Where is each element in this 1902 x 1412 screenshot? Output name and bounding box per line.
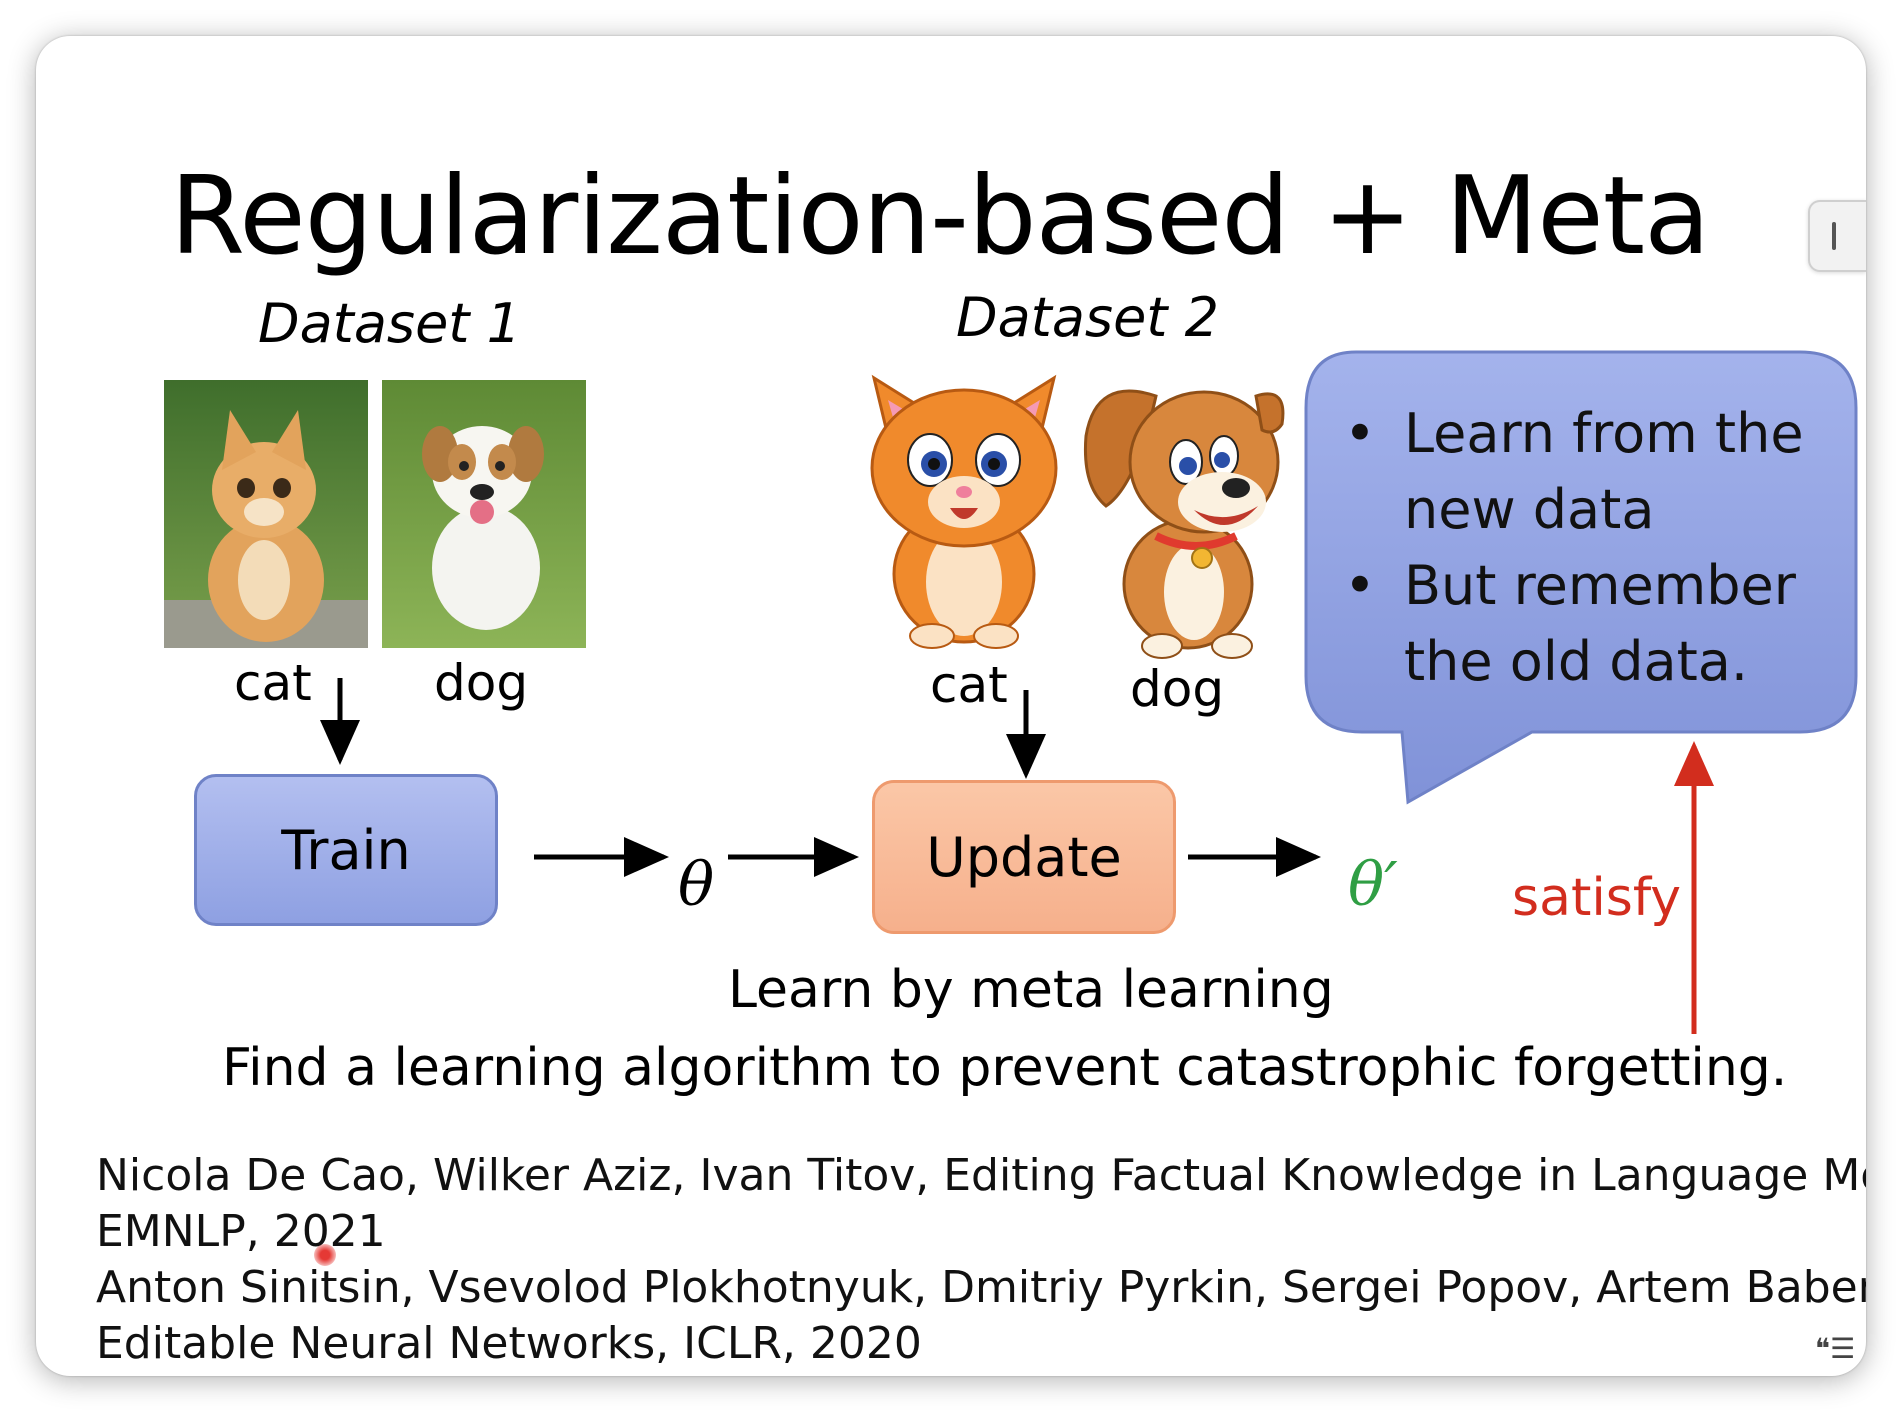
dataset-2-label: Dataset 2 [956,286,1219,349]
callout-bullet-1: Learn from the new data [1344,396,1804,548]
dataset-1-label: Dataset 1 [258,292,521,355]
theta-prime-symbol: θ′ [1348,850,1398,920]
dataset-1-dog-caption: dog [434,654,529,712]
theta-symbol: θ [678,850,715,920]
satisfy-label: satisfy [1512,868,1682,928]
dataset-2-cat-caption: cat [930,656,1008,714]
callout-text: Learn from the new data But remember the… [1334,396,1804,700]
update-box: Update [872,780,1176,934]
dog-photo [382,380,586,648]
slide-title: Regularization-based + Meta [170,154,1710,279]
reference-line-1: Nicola De Cao, Wilker Aziz, Ivan Titov, … [96,1150,1866,1201]
meta-learning-note: Learn by meta learning [728,960,1334,1020]
update-label: Update [926,825,1122,889]
callout-bullet-2: But remember the old data. [1344,548,1804,700]
scroll-handle-icon[interactable] [1808,200,1866,272]
forgetting-note: Find a learning algorithm to prevent cat… [222,1038,1788,1098]
train-label: Train [281,818,411,882]
slide-window: Regularization-based + Meta Dataset 1 ca… [36,36,1866,1376]
cat-photo [164,380,368,648]
dataset-2-dog-caption: dog [1130,660,1225,718]
train-box: Train [194,774,498,926]
reference-line-4: Editable Neural Networks, ICLR, 2020 [96,1318,922,1369]
reference-line-3: Anton Sinitsin, Vsevolod Plokhotnyuk, Dm… [96,1262,1866,1313]
dataset-1-cat-caption: cat [234,654,312,712]
closed-captions-icon[interactable]: ❝☰ [1814,1328,1856,1370]
cartoon-cat-image [854,352,1074,652]
cartoon-dog-image [1076,366,1296,666]
laser-pointer-icon [314,1244,336,1266]
reference-line-2: EMNLP, 2021 [96,1206,386,1257]
